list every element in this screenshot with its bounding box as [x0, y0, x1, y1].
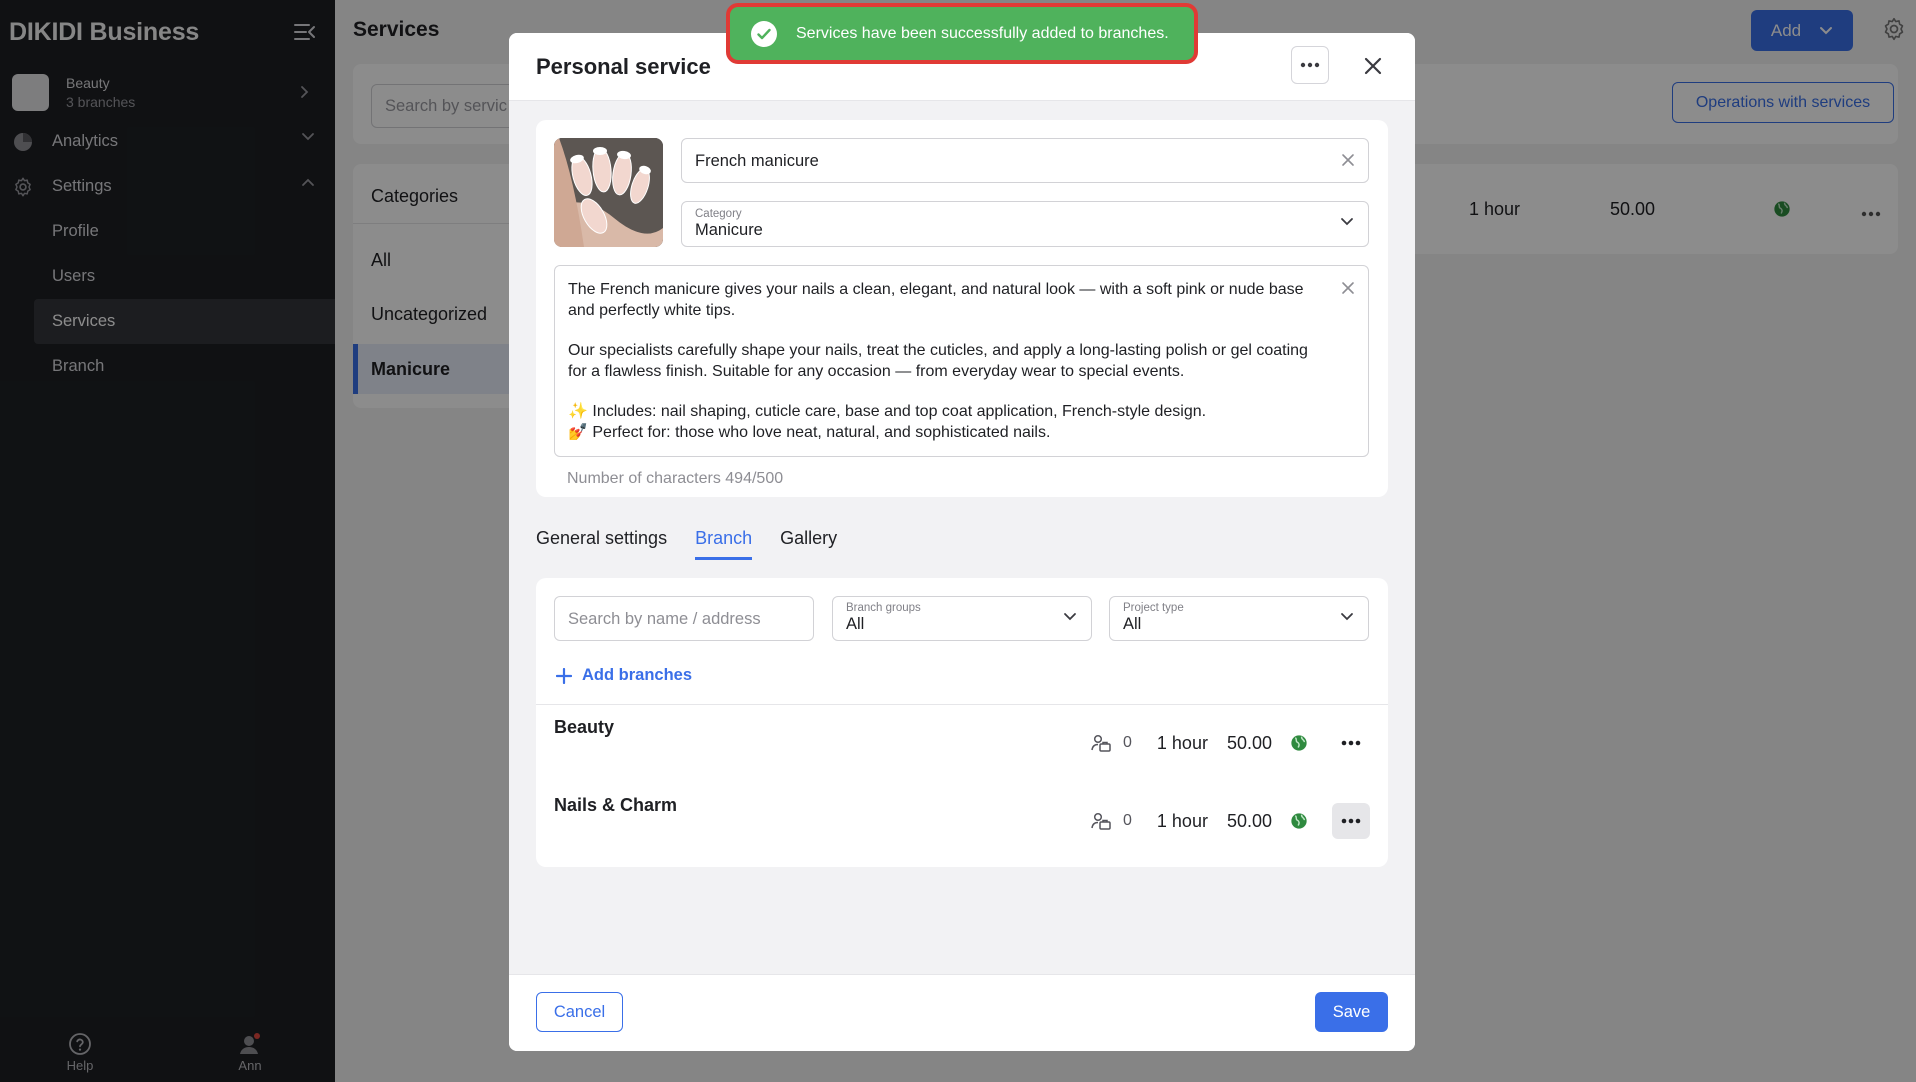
project-type-select[interactable]: Project type All: [1109, 596, 1369, 641]
chevron-down-icon: [1064, 613, 1076, 621]
branch-search-input[interactable]: Search by name / address: [554, 596, 814, 641]
project-type-label: Project type: [1123, 602, 1184, 614]
branch-duration: 1 hour: [1156, 732, 1208, 753]
globe-icon: [1290, 812, 1308, 830]
plus-icon: [556, 667, 572, 684]
tab-general-settings[interactable]: General settings: [536, 528, 667, 560]
clear-icon[interactable]: [1340, 152, 1356, 168]
more-horizontal-icon: [1341, 740, 1361, 746]
branch-row: Beauty 0 1 hour 50.00: [536, 705, 1388, 765]
branch-card: Search by name / address Branch groups A…: [536, 578, 1388, 867]
more-horizontal-icon: [1300, 62, 1320, 68]
modal-close-button[interactable]: [1355, 48, 1391, 84]
globe-icon: [1290, 734, 1308, 752]
chevron-down-icon: [1341, 218, 1353, 226]
branch-duration: 1 hour: [1156, 810, 1208, 831]
staff-icon: [1091, 812, 1111, 830]
branch-name[interactable]: Beauty: [554, 717, 614, 738]
description-paragraph: 💅 Perfect for: those who love neat, natu…: [568, 423, 1051, 441]
category-select[interactable]: Category Manicure: [681, 201, 1369, 247]
modal-tabs: General settings Branch Gallery: [536, 528, 865, 568]
category-label: Category: [695, 208, 742, 220]
character-counter: Number of characters 494/500: [567, 470, 784, 487]
branch-price: 50.00: [1226, 810, 1272, 831]
category-value: Manicure: [695, 221, 763, 239]
staff-count: 0: [1123, 812, 1132, 829]
modal-title: Personal service: [536, 54, 711, 79]
service-photo[interactable]: [554, 138, 663, 247]
more-horizontal-icon: [1341, 818, 1361, 824]
project-type-value: All: [1123, 615, 1142, 633]
staff-icon: [1091, 734, 1111, 752]
service-name-value: French manicure: [695, 152, 819, 170]
staff-count: 0: [1123, 734, 1132, 751]
description-paragraph: Our specialists carefully shape your nai…: [568, 342, 1308, 380]
add-branches-label: Add branches: [582, 666, 693, 684]
chevron-down-icon: [1341, 613, 1353, 621]
service-name-input[interactable]: French manicure: [681, 138, 1369, 183]
cancel-button[interactable]: Cancel: [536, 992, 623, 1032]
toast-message: Services have been successfully added to…: [796, 24, 1169, 42]
tab-gallery[interactable]: Gallery: [780, 528, 837, 560]
save-button[interactable]: Save: [1315, 992, 1388, 1032]
description-paragraph: The French manicure gives your nails a c…: [568, 281, 1304, 319]
description-textarea[interactable]: The French manicure gives your nails a c…: [554, 265, 1369, 457]
description-paragraph: ✨ Includes: nail shaping, cuticle care, …: [568, 403, 1207, 420]
success-toast: Services have been successfully added to…: [726, 3, 1198, 64]
service-details-card: French manicure Category Manicure The Fr…: [536, 120, 1388, 497]
branch-more-button[interactable]: [1332, 725, 1370, 761]
branch-groups-select[interactable]: Branch groups All: [832, 596, 1092, 641]
branch-row: Nails & Charm 0 1 hour 50.00: [536, 783, 1388, 843]
modal-more-button[interactable]: [1291, 46, 1329, 84]
tab-branch[interactable]: Branch: [695, 528, 753, 560]
branch-name[interactable]: Nails & Charm: [554, 795, 677, 816]
clear-icon[interactable]: [1340, 280, 1356, 296]
branch-groups-label: Branch groups: [846, 602, 921, 614]
add-branches-button[interactable]: Add branches: [556, 666, 692, 685]
check-circle-icon: [751, 20, 777, 47]
close-icon: [1364, 57, 1382, 75]
branch-groups-value: All: [846, 615, 865, 633]
personal-service-modal: Personal service French manicure Categor…: [509, 33, 1415, 1051]
branch-price: 50.00: [1226, 732, 1272, 753]
modal-footer: Cancel Save: [509, 974, 1415, 1051]
branch-more-button[interactable]: [1332, 803, 1370, 839]
